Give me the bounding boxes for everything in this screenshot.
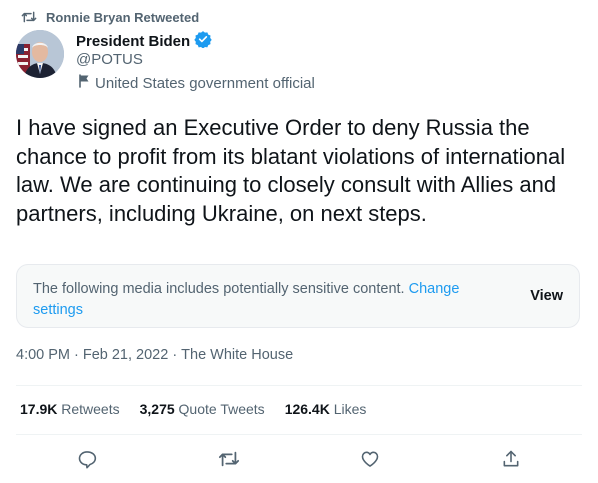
retweets-label: Retweets	[61, 401, 120, 417]
retweet-banner[interactable]: Ronnie Bryan Retweeted	[21, 8, 199, 26]
retweet-banner-text: Ronnie Bryan Retweeted	[46, 9, 200, 25]
likes-stat[interactable]: 126.4K Likes	[285, 401, 367, 417]
retweet-icon	[218, 449, 240, 474]
affiliation-label: United States government official	[78, 74, 315, 92]
retweet-button[interactable]	[218, 450, 240, 472]
action-bar	[16, 450, 582, 470]
author-name[interactable]: President Biden	[76, 33, 190, 50]
meta-separator: ·	[172, 347, 178, 363]
avatar[interactable]	[16, 30, 64, 78]
retweet-icon	[21, 10, 37, 24]
tweet-time[interactable]: 4:00 PM	[16, 347, 70, 363]
tweet-source[interactable]: The White House	[181, 347, 293, 363]
tweet-date[interactable]: Feb 21, 2022	[83, 347, 168, 363]
view-button[interactable]: View	[530, 288, 563, 304]
affiliation-text: United States government official	[95, 74, 315, 92]
verified-badge-icon	[194, 30, 212, 52]
quote-tweets-stat[interactable]: 3,275 Quote Tweets	[140, 401, 265, 417]
share-icon	[501, 449, 521, 474]
sensitive-message: The following media includes potentially…	[33, 279, 493, 320]
quotes-count: 3,275	[139, 401, 175, 417]
likes-count: 126.4K	[284, 401, 330, 417]
quotes-label: Quote Tweets	[178, 401, 265, 417]
sensitive-message-text: The following media includes potentially…	[33, 281, 405, 297]
likes-label: Likes	[333, 401, 367, 417]
retweets-stat[interactable]: 17.9K Retweets	[20, 401, 120, 417]
share-button[interactable]	[500, 450, 522, 472]
flag-icon	[78, 74, 90, 92]
divider	[16, 434, 582, 435]
divider	[16, 385, 582, 386]
reply-icon	[77, 449, 97, 474]
tweet-stats: 17.9K Retweets 3,275 Quote Tweets 126.4K…	[20, 401, 366, 417]
meta-separator: ·	[74, 347, 79, 363]
tweet-meta: 4:00 PM · Feb 21, 2022 · The White House	[16, 347, 293, 363]
tweet-text: I have signed an Executive Order to deny…	[16, 115, 566, 226]
like-icon	[360, 449, 380, 474]
retweets-count: 17.9K	[20, 401, 58, 417]
reply-button[interactable]	[76, 450, 98, 472]
sensitive-media-warning: The following media includes potentially…	[16, 264, 580, 328]
author-handle[interactable]: @POTUS	[76, 51, 143, 68]
author-name-row[interactable]: President Biden	[76, 30, 212, 52]
like-button[interactable]	[359, 450, 381, 472]
